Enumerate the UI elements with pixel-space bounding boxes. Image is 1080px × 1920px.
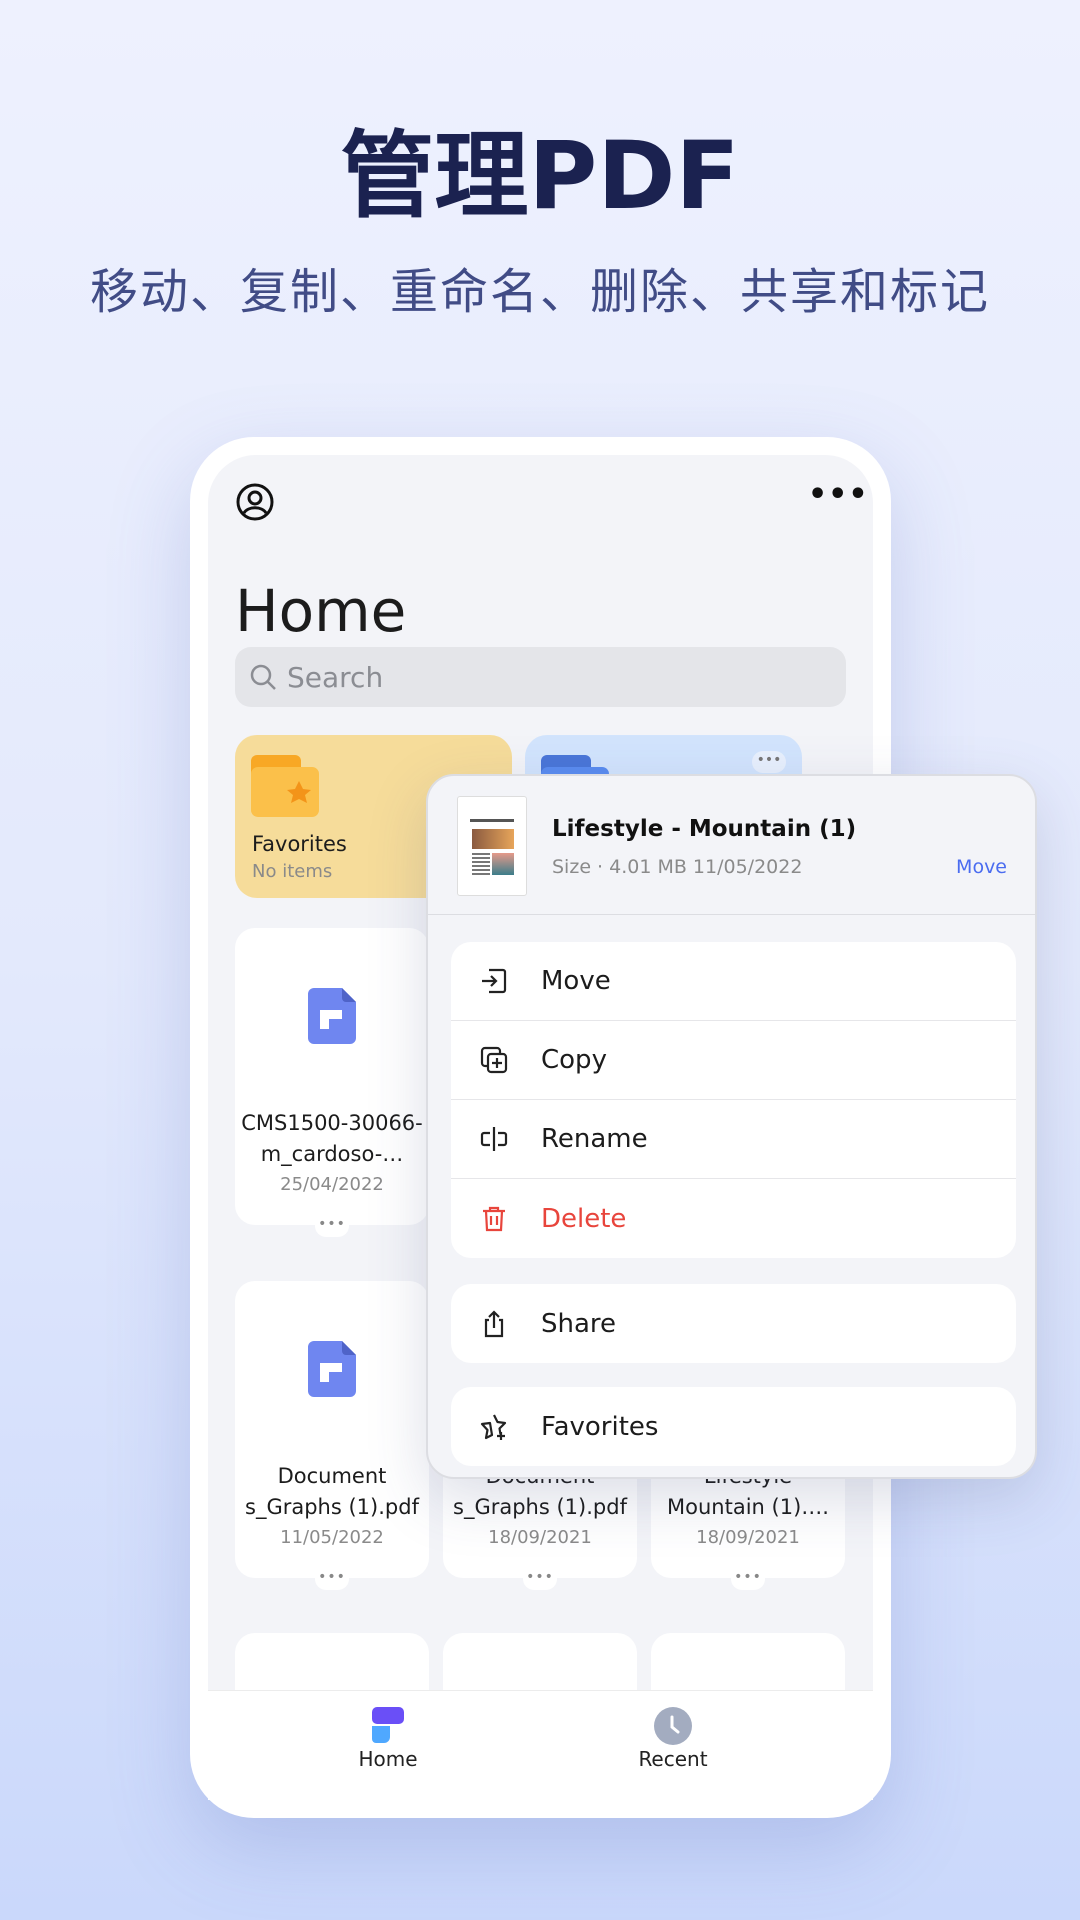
popup-move-link[interactable]: Move [956, 856, 1007, 878]
popup-file-name: Lifestyle - Mountain (1) [552, 816, 857, 842]
search-icon [250, 664, 276, 690]
copy-icon [480, 1046, 508, 1074]
nav-home[interactable]: Home [348, 1707, 428, 1771]
file-more-icon[interactable]: ••• [523, 1568, 557, 1590]
share-icon [484, 1309, 504, 1337]
file-name: CMS1500-30066-m_cardoso-… [241, 1111, 423, 1166]
file-card[interactable]: Document s_Graphs (1).pdf 11/05/2022 ••• [235, 1281, 429, 1590]
bottom-nav: Home Recent [208, 1690, 873, 1800]
popup-header: Lifestyle - Mountain (1) Size · 4.01 MB … [428, 776, 1035, 915]
file-date: 18/09/2021 [488, 1527, 592, 1548]
home-logo-icon [372, 1707, 404, 1743]
headline: 管理PDF [340, 122, 740, 231]
trash-icon [483, 1206, 505, 1231]
move-action[interactable]: Move [451, 942, 1016, 1021]
action-label: Favorites [541, 1411, 659, 1442]
copy-action[interactable]: Copy [451, 1021, 1016, 1100]
action-group: Favorites [451, 1387, 1016, 1466]
file-date: 18/09/2021 [696, 1527, 800, 1548]
nav-home-label: Home [358, 1747, 418, 1771]
profile-icon[interactable] [235, 482, 275, 522]
file-name: Document s_Graphs (1).pdf [245, 1464, 419, 1519]
file-more-icon[interactable]: ••• [731, 1568, 765, 1590]
rename-icon [480, 1127, 508, 1151]
clock-icon [654, 1707, 692, 1745]
search-input[interactable]: Search [235, 647, 846, 707]
more-options-icon[interactable]: ••• [808, 477, 869, 512]
page-title: Home [235, 577, 407, 645]
pdf-file-icon [308, 1341, 356, 1397]
nav-recent-label: Recent [638, 1747, 708, 1771]
favorites-folder-icon [251, 755, 319, 817]
popup-file-meta: Size · 4.01 MB 11/05/2022 [552, 856, 803, 878]
move-icon [482, 968, 507, 994]
nav-recent[interactable]: Recent [633, 1707, 713, 1771]
favorites-label: Favorites [252, 832, 347, 856]
action-label: Share [541, 1308, 617, 1339]
favorites-action[interactable]: Favorites [451, 1387, 1016, 1466]
favorites-count: No items [252, 861, 333, 882]
delete-action[interactable]: Delete [451, 1179, 1016, 1258]
action-label: Delete [541, 1203, 627, 1234]
action-group: Move Copy Rename Delete [451, 942, 1016, 1258]
file-date: 11/05/2022 [280, 1527, 384, 1548]
file-more-icon[interactable]: ••• [315, 1215, 349, 1237]
pdf-file-icon [308, 988, 356, 1044]
file-date: 25/04/2022 [280, 1174, 384, 1195]
subheadline: 移动、复制、重命名、删除、共享和标记 [89, 264, 990, 320]
file-actions-popup: Lifestyle - Mountain (1) Size · 4.01 MB … [426, 774, 1037, 1479]
action-label: Copy [541, 1045, 607, 1075]
action-group: Share [451, 1284, 1016, 1363]
action-label: Rename [541, 1124, 648, 1154]
star-plus-icon [480, 1414, 507, 1440]
search-placeholder: Search [287, 660, 384, 694]
share-action[interactable]: Share [451, 1284, 1016, 1363]
file-card[interactable]: CMS1500-30066-m_cardoso-… 25/04/2022 ••• [235, 928, 429, 1237]
rename-action[interactable]: Rename [451, 1100, 1016, 1179]
file-more-icon[interactable]: ••• [315, 1568, 349, 1590]
action-label: Move [541, 966, 611, 996]
folder-more-icon[interactable]: ••• [752, 751, 786, 773]
file-thumbnail [457, 796, 527, 896]
